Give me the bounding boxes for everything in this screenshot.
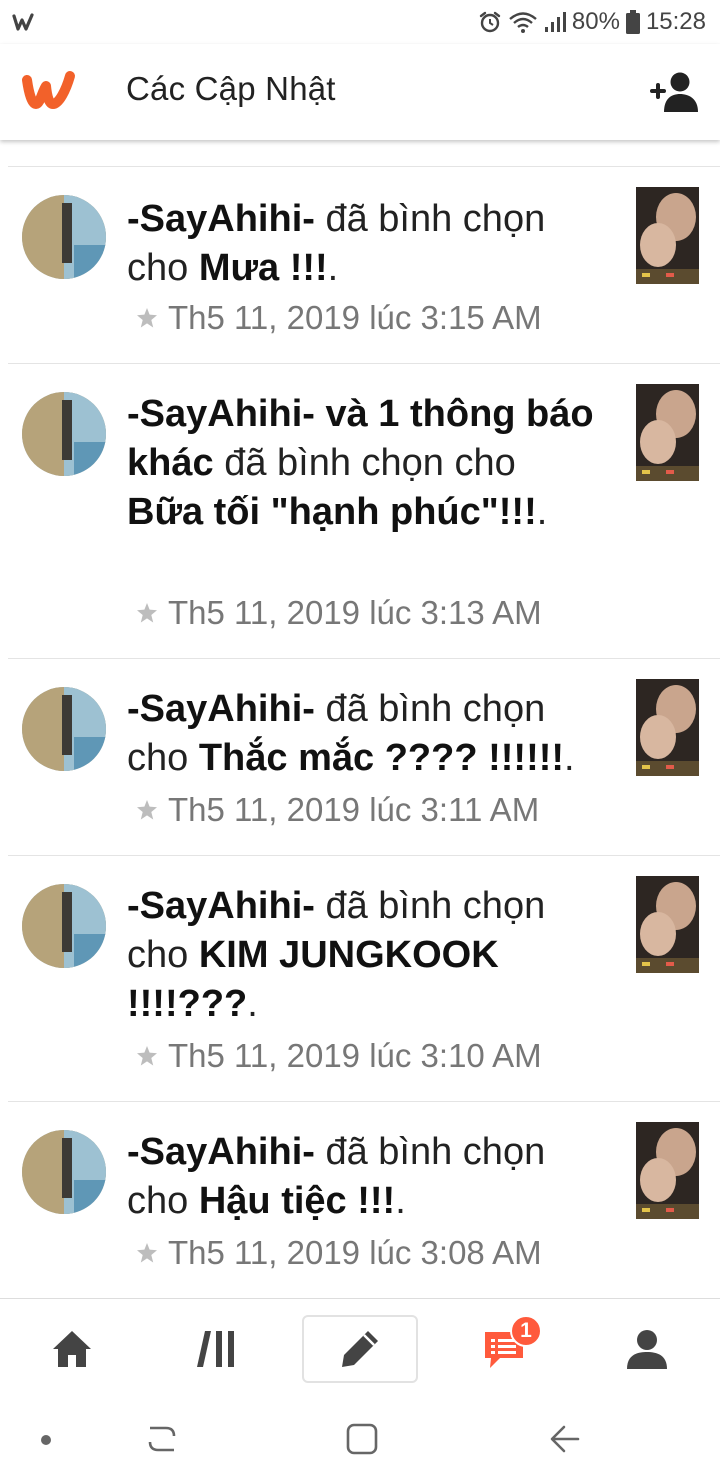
notification-item[interactable]: -SayAhihi- đã bình chọn cho Thắc mắc ???… — [0, 659, 720, 856]
add-friend-icon[interactable] — [650, 70, 700, 114]
timestamp: Th5 11, 2019 lúc 3:13 AM — [136, 594, 542, 632]
username[interactable]: -SayAhihi- — [127, 393, 315, 435]
star-icon — [137, 603, 157, 623]
notification-text: -SayAhihi- đã bình chọn cho Hậu tiệc !!!… — [127, 1131, 546, 1222]
avatar[interactable] — [22, 195, 106, 279]
story-cover-thumbnail[interactable] — [636, 876, 699, 973]
nav-profile[interactable] — [612, 1317, 682, 1381]
wattpad-logo-icon[interactable] — [20, 66, 78, 116]
home-square-icon[interactable] — [345, 1422, 379, 1456]
story-cover-thumbnail[interactable] — [636, 384, 699, 481]
story-title[interactable]: Hậu tiệc !!! — [199, 1180, 395, 1222]
profile-icon — [627, 1330, 667, 1369]
star-icon — [137, 800, 157, 820]
star-icon — [137, 308, 157, 328]
username[interactable]: -SayAhihi- — [127, 198, 315, 240]
star-icon — [137, 1046, 157, 1066]
story-title[interactable]: Thắc mắc ???? !!!!!! — [199, 737, 564, 779]
notification-item[interactable]: -SayAhihi- đã bình chọn cho Hậu tiệc !!!… — [0, 1102, 720, 1298]
battery-icon — [625, 10, 640, 34]
username[interactable]: -SayAhihi- — [127, 885, 315, 927]
notification-text: -SayAhihi- đã bình chọn cho Mưa !!!. — [127, 198, 546, 289]
story-cover-thumbnail[interactable] — [636, 679, 699, 776]
dot-icon[interactable] — [40, 1434, 52, 1446]
battery-percent: 80% — [571, 8, 620, 35]
timestamp: Th5 11, 2019 lúc 3:11 AM — [136, 791, 539, 829]
timestamp: Th5 11, 2019 lúc 3:08 AM — [136, 1234, 542, 1272]
nav-library[interactable] — [182, 1317, 252, 1381]
library-icon — [197, 1331, 234, 1367]
story-cover-thumbnail[interactable] — [636, 187, 699, 284]
system-nav-bar — [0, 1402, 720, 1480]
notification-text: -SayAhihi- đã bình chọn cho KIM JUNGKOOK… — [127, 885, 546, 1025]
nav-write[interactable] — [302, 1315, 418, 1383]
notifications-feed[interactable]: -SayAhihi- đã bình chọn cho Mưa !!!. Th5… — [0, 140, 720, 1298]
story-title[interactable]: Bữa tối "hạnh phúc"!!! — [127, 491, 537, 533]
write-icon — [342, 1331, 378, 1367]
app-header: Các Cập Nhật — [0, 44, 720, 140]
avatar[interactable] — [22, 1130, 106, 1214]
wattpad-w-icon — [12, 13, 34, 31]
alarm-icon — [479, 11, 501, 33]
home-icon — [53, 1331, 91, 1367]
signal-icon — [544, 12, 566, 32]
username[interactable]: -SayAhihi- — [127, 1131, 315, 1173]
timestamp: Th5 11, 2019 lúc 3:15 AM — [136, 299, 542, 337]
avatar[interactable] — [22, 392, 106, 476]
status-bar: 80% 15:28 — [0, 0, 720, 44]
page-title: Các Cập Nhật — [126, 70, 336, 107]
back-arrow-icon[interactable] — [548, 1422, 582, 1456]
status-time: 15:28 — [645, 8, 706, 35]
story-title[interactable]: Mưa !!! — [199, 247, 328, 289]
nav-home[interactable] — [37, 1317, 107, 1381]
avatar[interactable] — [22, 884, 106, 968]
notification-item[interactable]: -SayAhihi- đã bình chọn cho KIM JUNGKOOK… — [0, 856, 720, 1102]
notification-text: -SayAhihi- và 1 thông báo khác đã bình c… — [127, 393, 594, 533]
timestamp: Th5 11, 2019 lúc 3:10 AM — [136, 1037, 542, 1075]
story-cover-thumbnail[interactable] — [636, 1122, 699, 1219]
avatar[interactable] — [22, 687, 106, 771]
notification-badge: 1 — [510, 1315, 542, 1347]
notification-item[interactable]: -SayAhihi- đã bình chọn cho Mưa !!!. Th5… — [0, 167, 720, 364]
star-icon — [137, 1243, 157, 1263]
notification-item[interactable]: -SayAhihi- và 1 thông báo khác đã bình c… — [0, 364, 720, 659]
notification-text: -SayAhihi- đã bình chọn cho Thắc mắc ???… — [127, 688, 575, 779]
bottom-nav: 1 — [0, 1298, 720, 1402]
wifi-icon — [509, 12, 537, 33]
recents-icon[interactable] — [146, 1422, 178, 1456]
username[interactable]: -SayAhihi- — [127, 688, 315, 730]
